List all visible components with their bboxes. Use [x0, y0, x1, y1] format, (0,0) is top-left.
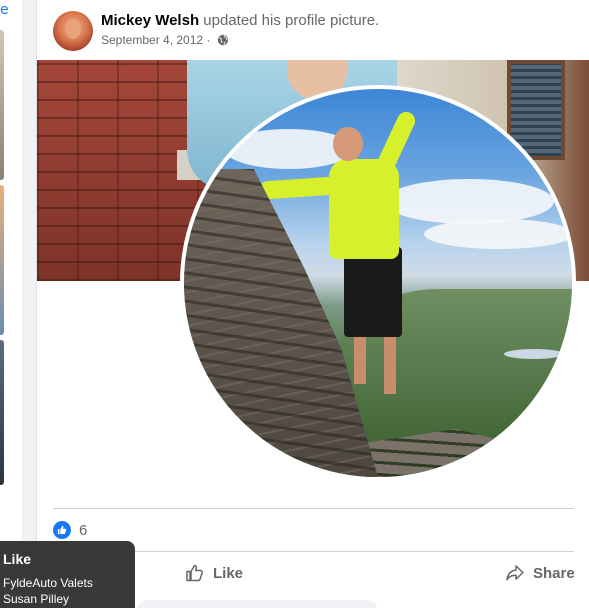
- tooltip-name: Susan Pilley: [3, 592, 70, 606]
- photo-thumbnail[interactable]: [0, 30, 4, 180]
- profile-picture-photo[interactable]: [37, 60, 589, 508]
- likes-tooltip: Like FyldeAuto Valets Susan Pilley: [0, 541, 135, 608]
- tooltip-name: FyldeAuto Valets: [3, 576, 93, 590]
- globe-icon: [217, 34, 228, 46]
- post-title-line: Mickey Welsh updated his profile picture…: [101, 12, 379, 29]
- profile-picture[interactable]: [180, 85, 576, 481]
- post-action-text: updated his profile picture.: [203, 12, 380, 29]
- like-icon[interactable]: [53, 521, 71, 539]
- post-card: Mickey Welsh updated his profile picture…: [36, 0, 589, 608]
- author-name[interactable]: Mickey Welsh: [101, 12, 199, 29]
- post-meta: September 4, 2012 ·: [101, 33, 229, 47]
- share-icon: [506, 565, 524, 581]
- post-date[interactable]: September 4, 2012 ·: [101, 33, 210, 47]
- share-button-label: Share: [533, 564, 575, 582]
- thumbs-up-icon: [186, 564, 203, 582]
- reaction-count[interactable]: 6: [79, 522, 87, 539]
- author-avatar[interactable]: [53, 11, 93, 51]
- tooltip-title: Like: [3, 551, 32, 567]
- photo-thumbnail[interactable]: [0, 185, 4, 335]
- share-button[interactable]: Share: [505, 552, 575, 594]
- photo-thumbnail[interactable]: [0, 340, 4, 485]
- like-button-label: Like: [213, 564, 244, 582]
- comment-input-stub[interactable]: [137, 600, 377, 608]
- left-column-strip: e: [0, 0, 22, 608]
- like-button[interactable]: Like: [185, 552, 243, 594]
- partial-link[interactable]: e: [0, 2, 9, 18]
- post-header: Mickey Welsh updated his profile picture…: [37, 0, 589, 60]
